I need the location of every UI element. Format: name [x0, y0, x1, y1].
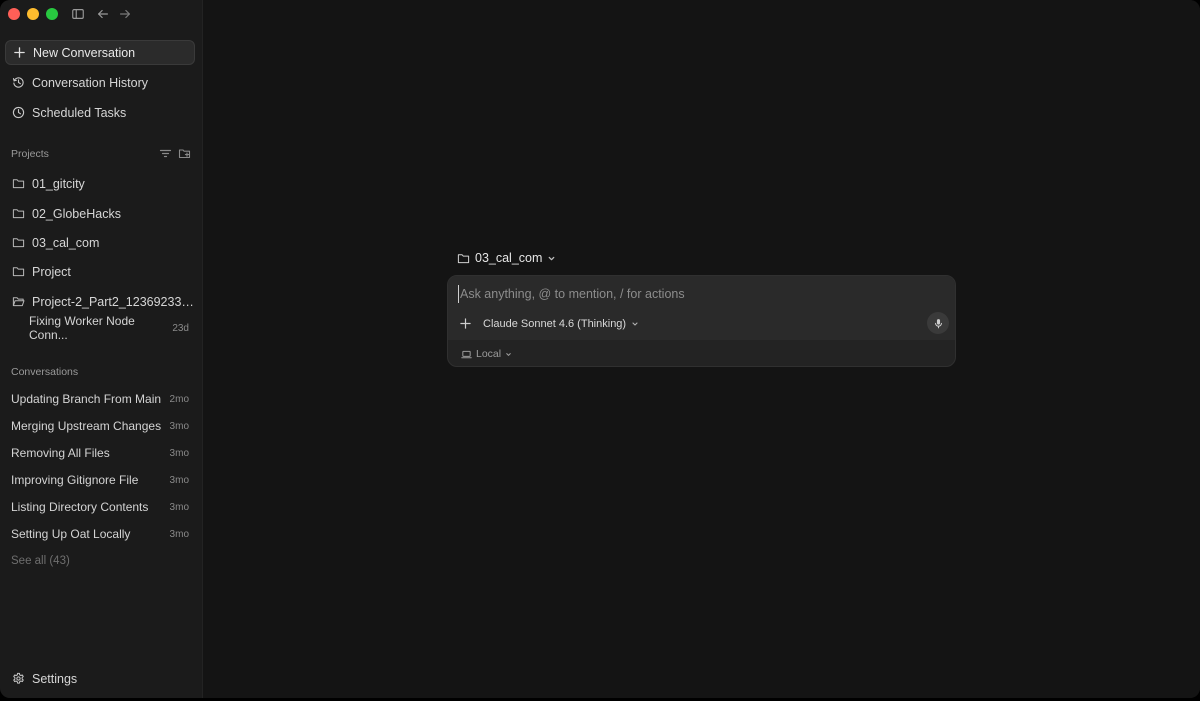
folder-icon: [12, 207, 25, 220]
conversation-item[interactable]: Merging Upstream Changes 3mo: [11, 416, 189, 436]
conversation-item[interactable]: Setting Up Oat Locally 3mo: [11, 524, 189, 544]
project-label: 02_GlobeHacks: [32, 206, 121, 221]
add-context-button[interactable]: [458, 316, 472, 330]
projects-section-label: Projects: [11, 148, 49, 160]
conversation-item[interactable]: Improving Gitignore File 3mo: [11, 470, 189, 490]
conversation-label: Listing Directory Contents: [11, 500, 149, 514]
prompt-input[interactable]: [458, 285, 920, 303]
sidebar: New Conversation Conversation History Sc…: [0, 0, 203, 698]
project-item-project[interactable]: Project: [5, 259, 195, 284]
plus-icon: [13, 46, 26, 59]
forward-arrow-icon[interactable]: [117, 6, 133, 22]
project-label: 03_cal_com: [32, 235, 100, 250]
minimize-window-button[interactable]: [27, 8, 39, 20]
main-panel: 03_cal_com Claude Sonnet 4.6 (Thinking): [203, 0, 1200, 698]
project-conversation-age: 23d: [172, 322, 189, 334]
conversations-section-label: Conversations: [11, 366, 79, 378]
conversation-history-button[interactable]: Conversation History: [5, 70, 195, 95]
scheduled-tasks-button[interactable]: Scheduled Tasks: [5, 100, 195, 125]
scheduled-tasks-label: Scheduled Tasks: [32, 105, 127, 120]
model-selector[interactable]: Claude Sonnet 4.6 (Thinking): [483, 316, 639, 331]
zoom-window-button[interactable]: [46, 8, 58, 20]
conversation-history-label: Conversation History: [32, 75, 149, 90]
project-item-project-2-part2[interactable]: Project-2_Part2_1236923326: [5, 289, 195, 314]
conversation-label: Setting Up Oat Locally: [11, 527, 131, 541]
working-folder-label: 03_cal_com: [475, 251, 543, 265]
back-arrow-icon[interactable]: [95, 6, 111, 22]
conversation-label: Removing All Files: [11, 446, 110, 460]
folder-icon: [12, 265, 25, 278]
see-all-conversations-link[interactable]: See all (43): [11, 555, 70, 567]
folder-icon: [457, 252, 470, 265]
chevron-down-icon: [631, 320, 639, 328]
conversation-item[interactable]: Updating Branch From Main 2mo: [11, 389, 189, 409]
project-item-03-cal-com[interactable]: 03_cal_com: [5, 230, 195, 255]
conversation-label: Merging Upstream Changes: [11, 419, 162, 433]
environment-label: Local: [476, 348, 502, 360]
chevron-down-icon: [505, 351, 512, 358]
project-conversation-label: Fixing Worker Node Conn...: [29, 314, 135, 342]
new-project-folder-icon[interactable]: [178, 147, 191, 160]
folder-open-icon: [12, 295, 25, 308]
sidebar-toggle-icon[interactable]: [70, 6, 86, 22]
project-label: Project: [32, 264, 71, 279]
conversation-age: 3mo: [169, 528, 189, 540]
conversation-age: 3mo: [169, 474, 189, 486]
new-conversation-button[interactable]: New Conversation: [5, 40, 195, 65]
conversation-age: 3mo: [169, 501, 189, 513]
environment-selector[interactable]: Local: [461, 347, 512, 361]
project-label: 01_gitcity: [32, 176, 85, 191]
settings-label: Settings: [32, 671, 78, 686]
model-label: Claude Sonnet 4.6 (Thinking): [483, 317, 627, 330]
working-folder-selector[interactable]: 03_cal_com: [457, 249, 556, 267]
new-conversation-label: New Conversation: [33, 45, 136, 60]
conversation-age: 3mo: [169, 420, 189, 432]
prompt-composer: Claude Sonnet 4.6 (Thinking) Local: [447, 275, 956, 367]
app-window: New Conversation Conversation History Sc…: [0, 0, 1200, 698]
conversation-item[interactable]: Listing Directory Contents 3mo: [11, 497, 189, 517]
conversation-label: Improving Gitignore File: [11, 473, 139, 487]
project-item-02-globehacks[interactable]: 02_GlobeHacks: [5, 201, 195, 226]
conversation-age: 3mo: [169, 447, 189, 459]
folder-icon: [12, 177, 25, 190]
folder-icon: [12, 236, 25, 249]
chevron-down-icon: [547, 254, 556, 263]
close-window-button[interactable]: [8, 8, 20, 20]
conversation-age: 2mo: [169, 393, 189, 405]
conversation-label: Updating Branch From Main: [11, 392, 162, 406]
microphone-icon: [934, 318, 942, 328]
gear-icon: [12, 672, 25, 685]
project-item-01-gitcity[interactable]: 01_gitcity: [5, 171, 195, 196]
project-conversation-item[interactable]: Fixing Worker Node Conn... 23d: [29, 314, 189, 342]
conversation-item[interactable]: Removing All Files 3mo: [11, 443, 189, 463]
voice-input-button[interactable]: [927, 312, 949, 334]
settings-button[interactable]: Settings: [5, 666, 195, 691]
filter-icon[interactable]: [159, 147, 172, 160]
project-label: Project-2_Part2_1236923326: [32, 294, 195, 309]
laptop-icon: [461, 349, 472, 360]
history-icon: [12, 76, 25, 89]
clock-icon: [12, 106, 25, 119]
